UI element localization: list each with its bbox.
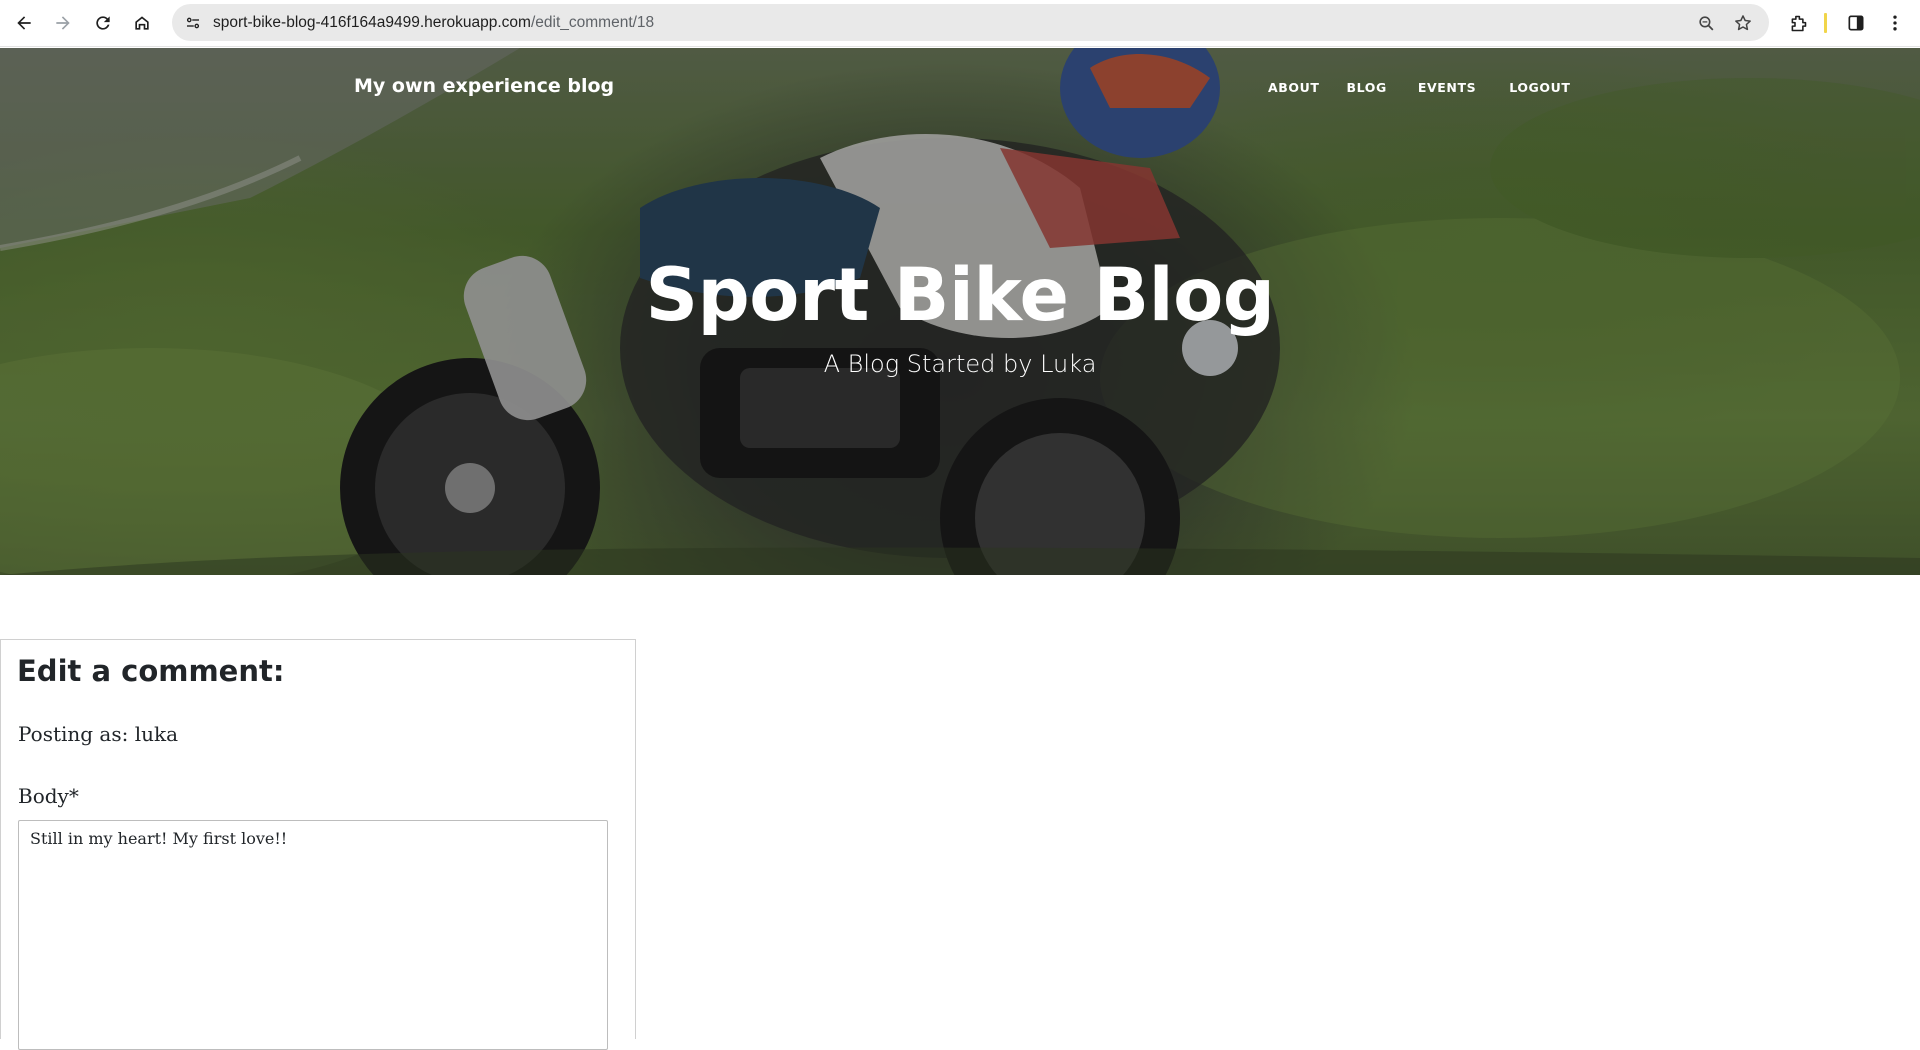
body-label: Body*	[18, 784, 79, 808]
nav-events[interactable]: EVENTS	[1418, 80, 1476, 95]
url-host: sport-bike-blog-416f164a9499.herokuapp.c…	[213, 14, 531, 31]
main-nav: ABOUT BLOG EVENTS LOGOUT	[1268, 80, 1571, 95]
side-panel-icon	[1848, 15, 1864, 31]
profile-indicator	[1824, 13, 1827, 33]
site-info-icon	[186, 17, 200, 29]
nav-logout[interactable]: LOGOUT	[1509, 80, 1570, 95]
hero-title: Sport Bike Blog	[645, 253, 1275, 338]
side-panel-button[interactable]	[1840, 7, 1872, 39]
zoom-button[interactable]	[1693, 10, 1719, 36]
extensions-icon	[1791, 15, 1806, 31]
nav-about[interactable]: ABOUT	[1268, 80, 1320, 95]
site-brand-link[interactable]: My own experience blog	[354, 75, 614, 97]
back-icon	[17, 16, 31, 30]
forward-icon	[56, 16, 70, 30]
menu-icon	[1893, 15, 1897, 31]
url-path: /edit_comment/18	[530, 14, 655, 31]
nav-blog[interactable]: BLOG	[1347, 80, 1387, 95]
home-icon	[135, 16, 149, 30]
site-info-button[interactable]	[180, 10, 206, 36]
address-bar[interactable]: sport-bike-blog-416f164a9499.herokuapp.c…	[172, 4, 1769, 41]
hero-header: My own experience blog ABOUT BLOG EVENTS…	[0, 48, 1920, 575]
home-button[interactable]	[126, 7, 158, 39]
reload-button[interactable]	[87, 7, 119, 39]
browser-toolbar: sport-bike-blog-416f164a9499.herokuapp.c…	[0, 0, 1920, 47]
forward-button[interactable]	[47, 7, 79, 39]
bookmark-star-icon	[1735, 15, 1751, 31]
extensions-button[interactable]	[1782, 7, 1814, 39]
reload-icon	[96, 16, 110, 30]
url-text[interactable]: sport-bike-blog-416f164a9499.herokuapp.c…	[213, 4, 654, 41]
comment-body-textarea[interactable]: Still in my heart! My first love!!	[18, 820, 608, 1050]
browser-menu-button[interactable]	[1879, 7, 1911, 39]
edit-comment-card: Edit a comment: Posting as: luka Body* S…	[0, 639, 636, 1050]
hero-subtitle: A Blog Started by Luka	[823, 350, 1097, 378]
posting-as-text: Posting as: luka	[18, 722, 179, 746]
edit-comment-heading: Edit a comment:	[17, 654, 285, 688]
bookmark-button[interactable]	[1730, 10, 1756, 36]
back-button[interactable]	[8, 7, 40, 39]
zoom-icon	[1698, 15, 1713, 30]
